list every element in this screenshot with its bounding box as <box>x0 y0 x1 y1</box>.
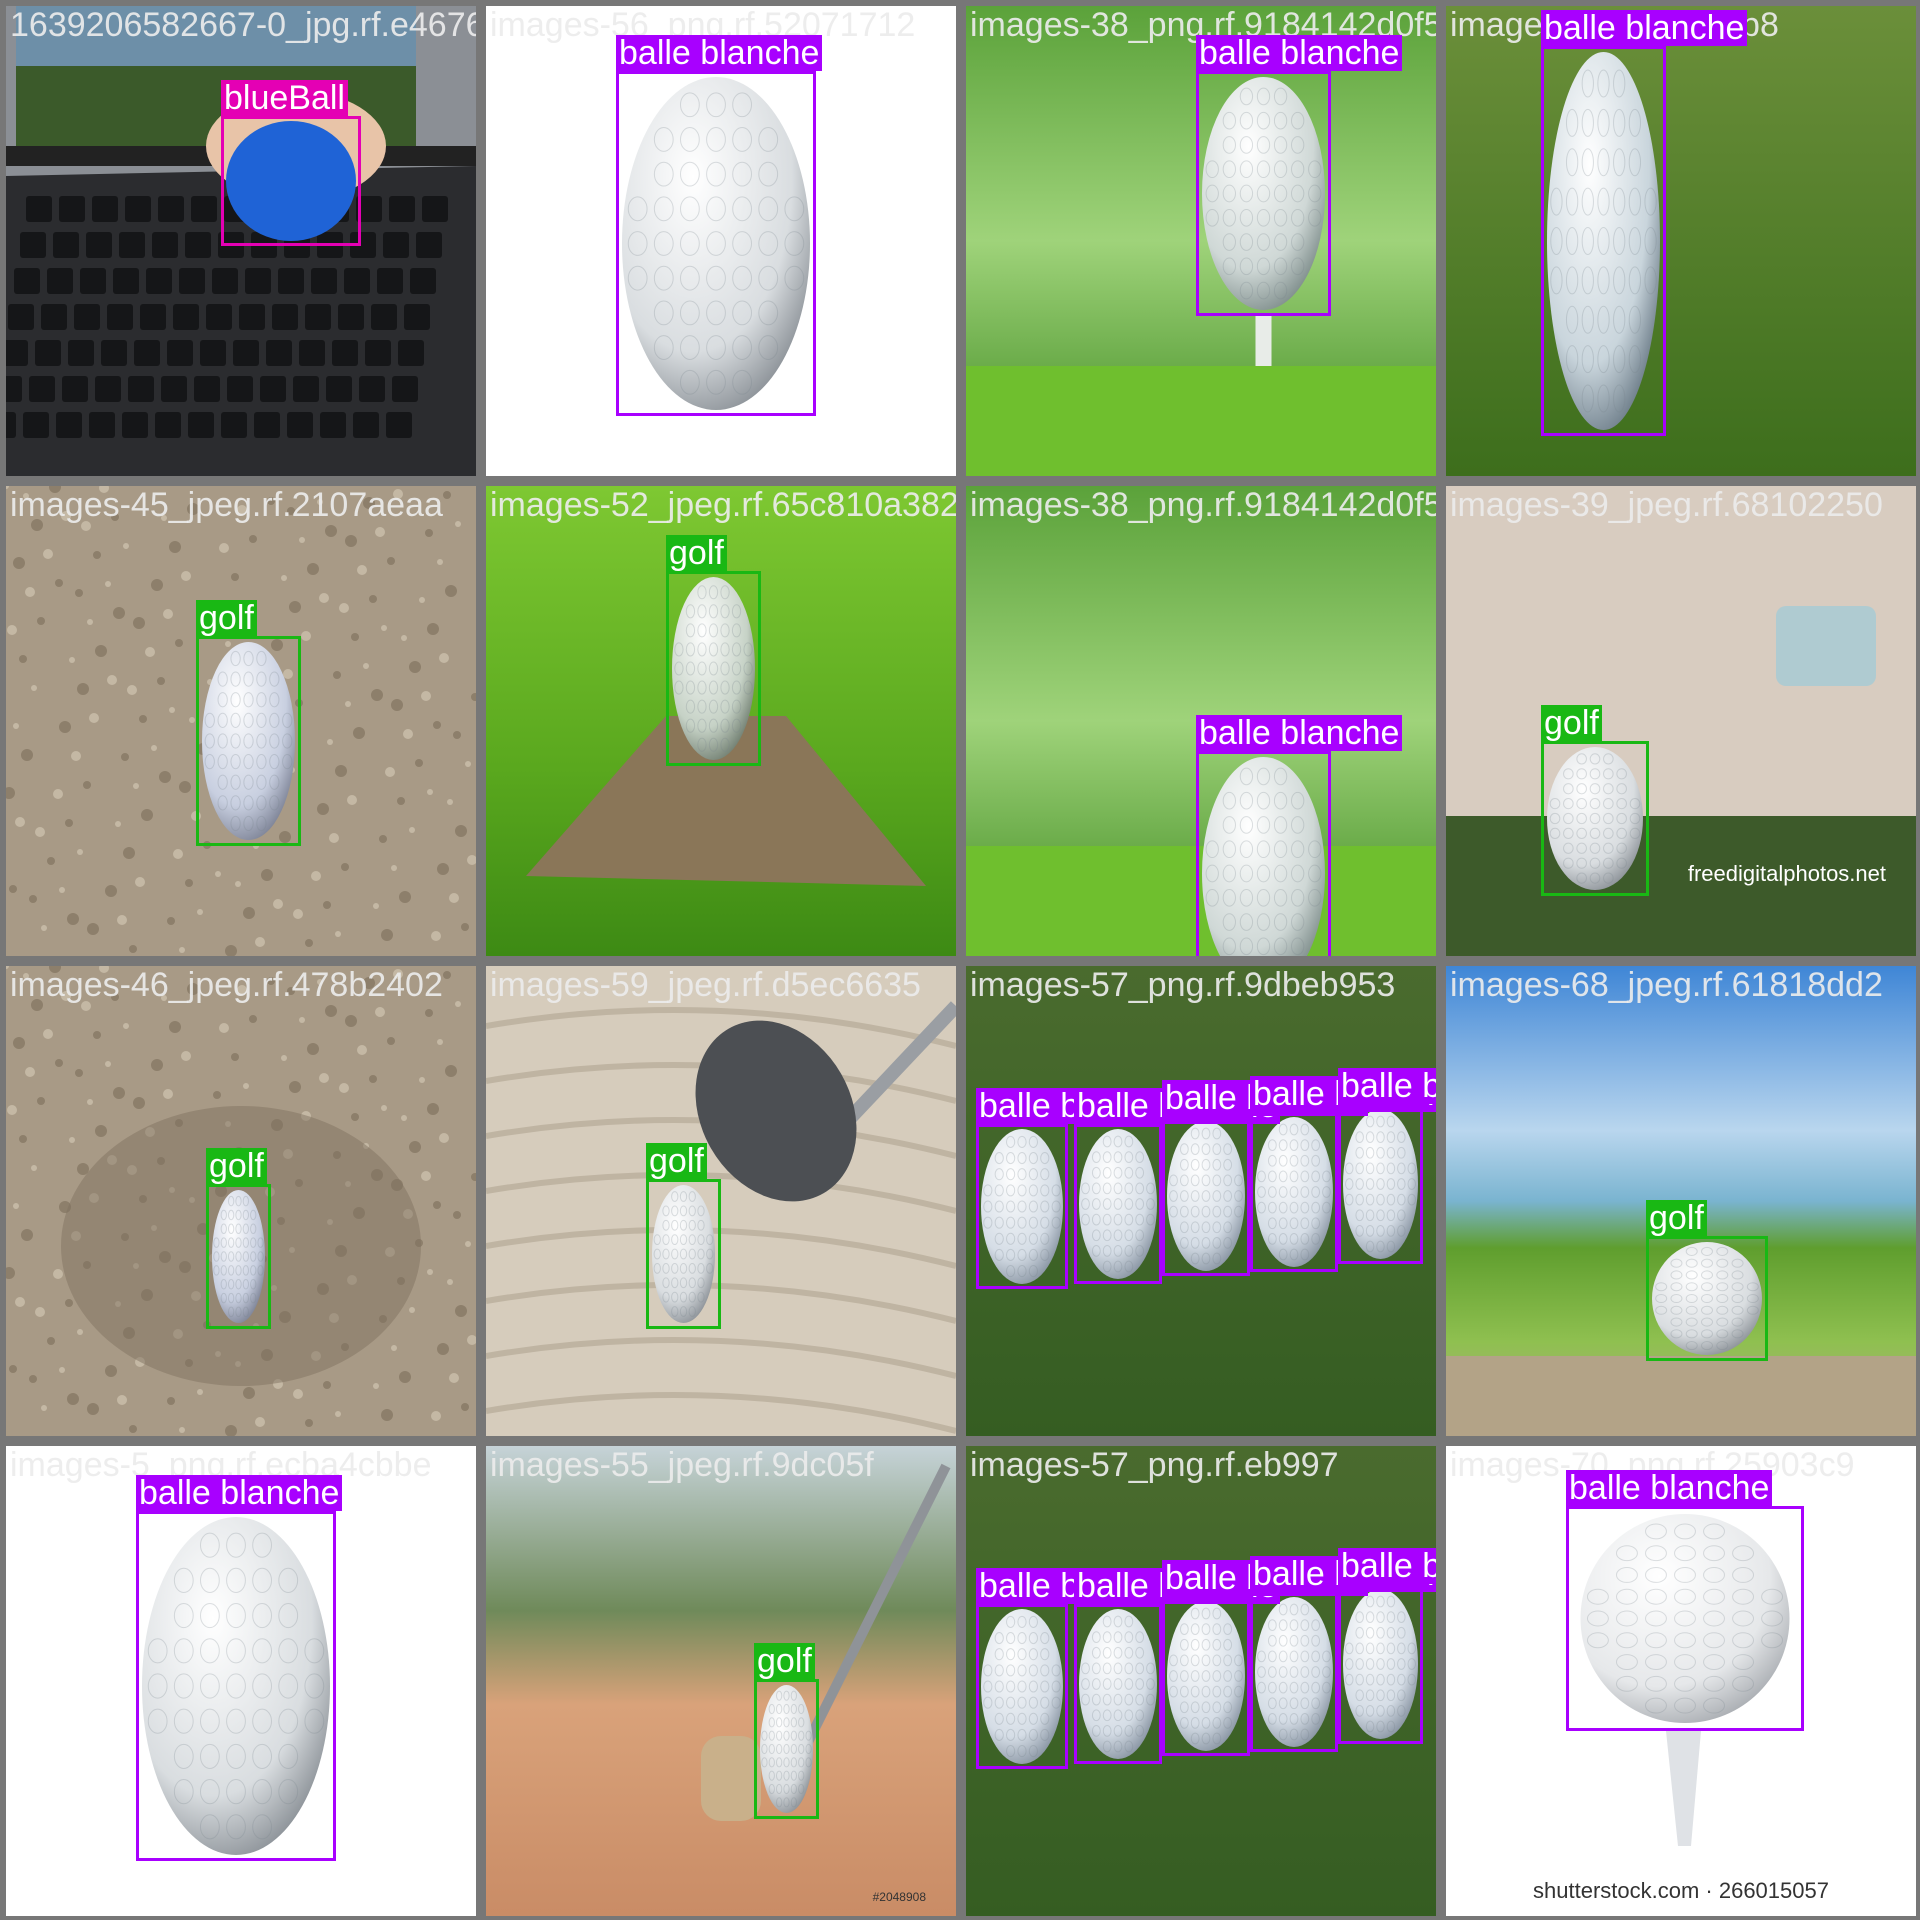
detection-label: golf <box>196 600 257 636</box>
image-tile: images-38_png.rf.9184142d0f57e balle blan… <box>966 486 1436 956</box>
image-tile: freedigitalphotos.net images-39_jpeg.rf.6… <box>1446 486 1916 956</box>
detection-box <box>221 116 361 246</box>
image-tile: images-45_jpeg.rf.2107aeaa golf <box>6 486 476 956</box>
detection-label: golf <box>1646 1200 1707 1236</box>
detection-label: golf <box>1541 705 1602 741</box>
image-tile: images-38_png.rf.9184142d0f57e balle blan… <box>966 6 1436 476</box>
detection-label: balle blanche <box>1541 10 1748 46</box>
image-tile: images-46_jpeg.rf.478b2402 golf <box>6 966 476 1436</box>
detection-label: golf <box>646 1143 707 1179</box>
detection-label: golf <box>754 1643 815 1679</box>
image-tile: images-68_jpeg.rf.61818dd2 golf <box>1446 966 1916 1436</box>
image-tile: images-56_png.rf.52071712 balle blanche <box>486 6 956 476</box>
detection-box <box>1250 1592 1338 1752</box>
detection-label: balle blanche <box>136 1475 343 1511</box>
detection-label: golf <box>666 535 727 571</box>
detection-label: balle blanche <box>1338 1068 1436 1104</box>
detection-box <box>1074 1604 1162 1764</box>
detection-box <box>1196 751 1331 956</box>
watermark-text: shutterstock.com · 266015057 <box>1533 1878 1829 1903</box>
detection-box <box>976 1604 1068 1769</box>
watermark-text: freedigitalphotos.net <box>1688 861 1886 886</box>
detection-box <box>1250 1112 1338 1272</box>
detection-box <box>206 1184 271 1329</box>
scene-image <box>486 966 956 1436</box>
image-grid: 1639206582667-0_jpg.rf.e46768409568af23b… <box>0 0 1920 1920</box>
scene-image <box>1446 6 1916 476</box>
scene-image: freedigitalphotos.net <box>1446 486 1916 956</box>
image-tile: images-57_png.rf.9dbeb953balle blancheba… <box>966 966 1436 1436</box>
detection-label: balle blanche <box>1338 1548 1436 1584</box>
detection-box <box>976 1124 1068 1289</box>
detection-box <box>1338 1584 1423 1744</box>
image-tile: images-5_png.rf.ecba4cbbe balle blanche <box>6 1446 476 1916</box>
detection-label: balle blanche <box>1196 35 1403 71</box>
detection-label: balle blanche <box>1566 1470 1773 1506</box>
watermark-text: #2048908 <box>873 1890 927 1904</box>
detection-box <box>196 636 301 846</box>
detection-box <box>1196 71 1331 316</box>
detection-box <box>616 71 816 416</box>
detection-label: golf <box>206 1148 267 1184</box>
detection-box <box>1566 1506 1804 1731</box>
detection-box <box>1338 1104 1423 1264</box>
scene-image: #2048908 <box>486 1446 956 1916</box>
detection-box <box>1074 1124 1162 1284</box>
detection-box <box>136 1511 336 1861</box>
image-tile: images-59_jpeg.rf.d5ec6635 golf <box>486 966 956 1436</box>
detection-box <box>754 1679 819 1819</box>
image-tile: #2048908 images-55_jpeg.rf.9dc05f golf <box>486 1446 956 1916</box>
image-tile: images-57_png.rf.eb997balle blancheballe… <box>966 1446 1436 1916</box>
image-tile: shutterstock.com · 266015057 images-70_pn… <box>1446 1446 1916 1916</box>
image-tile: images-52_jpeg.rf.65c810a38293 golf <box>486 486 956 956</box>
detection-label: balle blanche <box>1196 715 1403 751</box>
detection-box <box>1162 1116 1250 1276</box>
detection-box <box>666 571 761 766</box>
detection-label: blueBall <box>221 80 348 116</box>
image-tile: 1639206582667-0_jpg.rf.e46768409568af23b… <box>6 6 476 476</box>
detection-box <box>1646 1236 1768 1361</box>
detection-box <box>1162 1596 1250 1756</box>
detection-label: balle blanche <box>616 35 823 71</box>
detection-box <box>646 1179 721 1329</box>
detection-box <box>1541 741 1649 896</box>
detection-box <box>1541 46 1666 436</box>
image-tile: images-5_jpg.rf.f6bb8balle blanche <box>1446 6 1916 476</box>
